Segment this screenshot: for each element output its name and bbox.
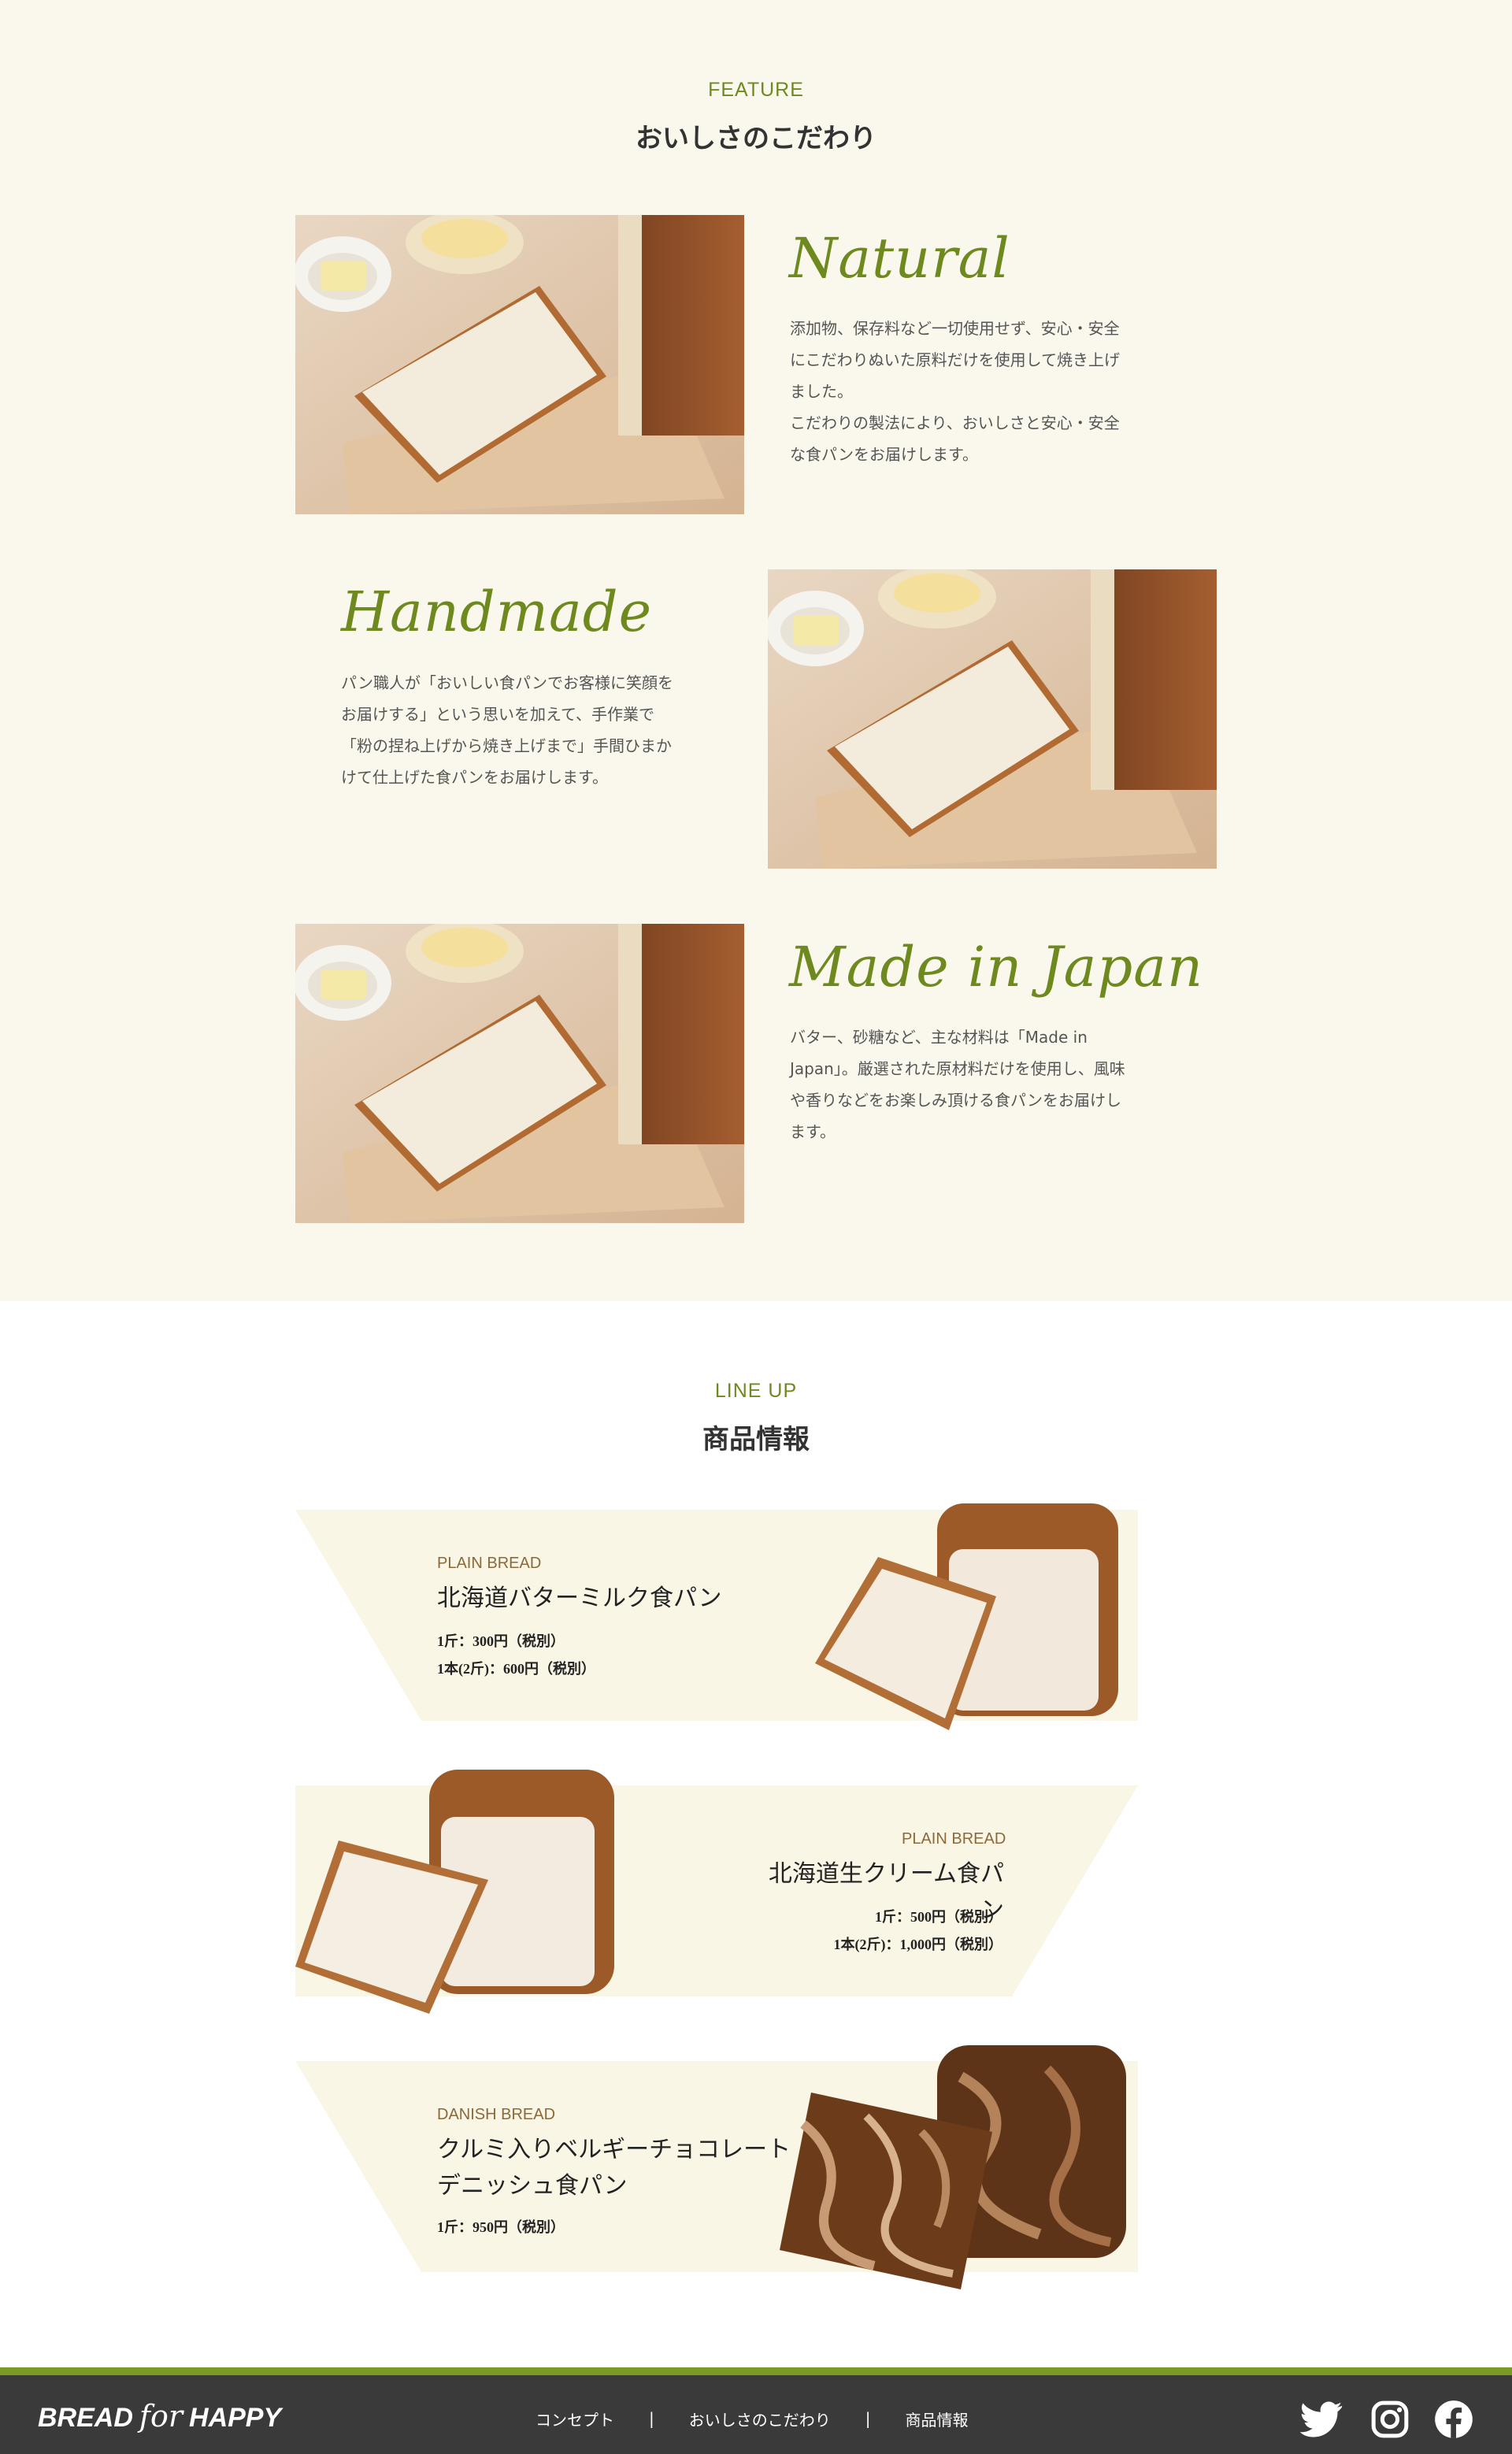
lineup-title: 商品情報 xyxy=(702,1424,810,1455)
product-prices: 1斤：950円（税別） xyxy=(437,2214,565,2241)
product-category: PLAIN BREAD xyxy=(437,1555,542,1572)
bread-image-butter-milk xyxy=(815,1503,1118,1730)
product-name: クルミ入りベルギーチョコレート デニッシュ食パン xyxy=(437,2136,791,2200)
footer-logo[interactable]: BREAD for HAPPY xyxy=(38,2399,281,2434)
product-name: 北海道バターミルク食パン xyxy=(437,1585,722,1612)
feature-title: おいしさのこだわり xyxy=(636,123,876,154)
product-prices: 1斤：300円（税別） 1本(2斤)：600円（税別） xyxy=(437,1628,595,1683)
logo-word-for: for xyxy=(139,2399,183,2434)
feature-section: FEATURE おいしさのこだわり Natural 添加物、保存料など一切使用せ… xyxy=(0,0,1512,1301)
lineup-section: LINE UP 商品情報 PLAIN BREAD 北海道バターミルク食パン 1斤… xyxy=(0,1301,1512,2367)
footer-accent-bar xyxy=(0,2367,1512,2375)
feature-heading-made-in-japan: Made in Japan xyxy=(789,935,1204,999)
feature-heading-natural: Natural xyxy=(789,226,1010,291)
bread-image-chocolate-danish xyxy=(780,2045,1126,2289)
product-price-2: 1本(2斤)：600円（税別） xyxy=(437,1661,595,1677)
twitter-icon[interactable] xyxy=(1299,2397,1343,2441)
feature-photo-made-in-japan xyxy=(295,924,744,1223)
product-price-1: 1斤：950円（税別） xyxy=(437,2219,565,2235)
instagram-icon[interactable] xyxy=(1368,2397,1412,2441)
site-footer: BREAD for HAPPY コンセプト | おいしさのこだわり | 商品情報 xyxy=(0,2367,1512,2454)
product-card-chocolate-danish[interactable]: DANISH BREAD クルミ入りベルギーチョコレート デニッシュ食パン 1斤… xyxy=(0,2045,1512,2297)
product-card-butter-milk[interactable]: PLAIN BREAD 北海道バターミルク食パン 1斤：300円（税別） 1本(… xyxy=(0,1494,1512,1746)
logo-word-happy: HAPPY xyxy=(189,2403,282,2433)
nav-separator: | xyxy=(649,2409,654,2428)
footer-nav-lineup[interactable]: 商品情報 xyxy=(906,2408,969,2430)
feature-text-made-in-japan: バター、砂糖など、主な材料は「Made in Japan」。厳選された原材料だけ… xyxy=(790,1028,1125,1141)
feature-text-natural: 添加物、保存料など一切使用せず、安心・安全 にこだわりぬいた原料だけを使用して焼… xyxy=(790,319,1120,464)
lineup-kicker: LINE UP xyxy=(714,1380,798,1402)
product-prices: 1斤：500円（税別） 1本(2斤)：1,000円（税別） xyxy=(799,1904,1003,1959)
product-price-1: 1斤：500円（税別） xyxy=(875,1909,1002,1925)
product-card-fresh-cream[interactable]: PLAIN BREAD 北海道生クリーム食パン 1斤：500円（税別） 1本(2… xyxy=(0,1770,1512,2022)
nav-separator: | xyxy=(865,2409,871,2428)
product-price-1: 1斤：300円（税別） xyxy=(437,1633,565,1649)
product-price-2: 1本(2斤)：1,000円（税別） xyxy=(833,1937,1003,1952)
feature-kicker: FEATURE xyxy=(708,79,804,101)
feature-photo-natural xyxy=(295,215,744,514)
feature-photo-handmade xyxy=(768,569,1217,869)
footer-nav-feature[interactable]: おいしさのこだわり xyxy=(689,2408,831,2430)
facebook-icon[interactable] xyxy=(1432,2397,1476,2441)
footer-nav: コンセプト | おいしさのこだわり | 商品情報 xyxy=(536,2399,969,2438)
product-category: DANISH BREAD xyxy=(437,2106,556,2123)
feature-text-handmade: パン職人が「おいしい食パンでお客様に笑顔を お届けする」という思いを加えて、手作… xyxy=(341,673,673,787)
logo-word-bread: BREAD xyxy=(38,2403,133,2433)
bread-image-fresh-cream xyxy=(295,1770,614,2014)
feature-heading-handmade: Handmade xyxy=(341,580,653,644)
product-category: PLAIN BREAD xyxy=(902,1830,1006,1848)
footer-nav-concept[interactable]: コンセプト xyxy=(536,2408,614,2430)
